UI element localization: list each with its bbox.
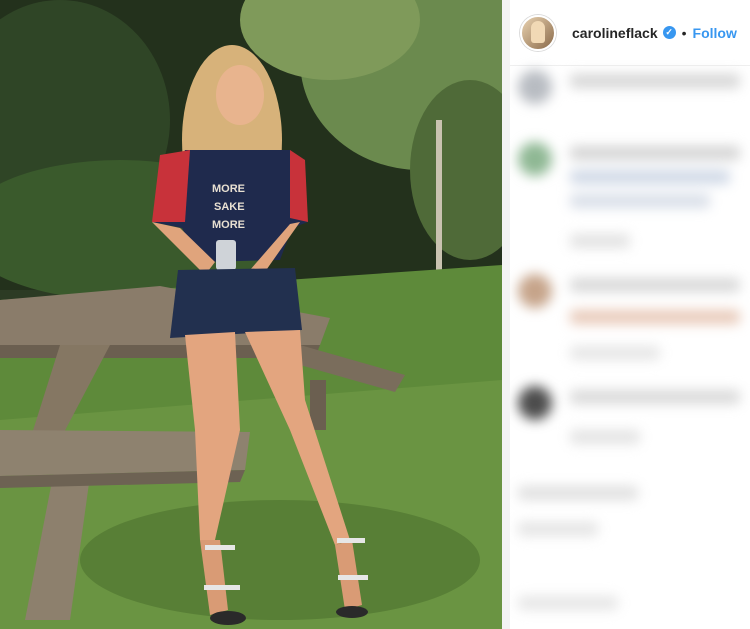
post-sidebar: carolineflack ✓ • Follow (510, 0, 750, 629)
comment-avatar (518, 70, 552, 104)
comment-line (570, 390, 740, 404)
comment-avatar (518, 142, 552, 176)
comment-line (518, 596, 618, 610)
comment-line (570, 74, 740, 88)
separator-dot: • (681, 24, 687, 41)
comment-line (570, 194, 710, 208)
avatar[interactable] (520, 14, 556, 51)
panel-divider (502, 0, 510, 629)
comment-line (518, 522, 598, 536)
svg-text:MORE: MORE (212, 183, 245, 195)
comment-avatar (518, 274, 552, 308)
post-container: MORE SAKE MORE carolineflack ✓ • Follow (0, 0, 750, 629)
blurred-comments (510, 66, 750, 629)
comment-line (570, 430, 640, 444)
verified-badge-icon: ✓ (662, 26, 676, 39)
follow-button[interactable]: Follow (693, 25, 737, 41)
username-link[interactable]: carolineflack (572, 25, 658, 41)
svg-text:SAKE: SAKE (214, 201, 245, 213)
comment-line (570, 146, 740, 160)
comment-line (570, 346, 660, 360)
comment-avatar (518, 386, 552, 420)
post-photo[interactable]: MORE SAKE MORE (0, 0, 502, 629)
svg-text:MORE: MORE (212, 219, 245, 231)
comment-line (570, 278, 740, 292)
comment-line (518, 486, 638, 500)
comment-line (570, 170, 730, 184)
post-header: carolineflack ✓ • Follow (510, 0, 750, 66)
post-photo-image: MORE SAKE MORE (0, 0, 502, 629)
comment-line (570, 310, 740, 324)
comment-line (570, 234, 630, 248)
